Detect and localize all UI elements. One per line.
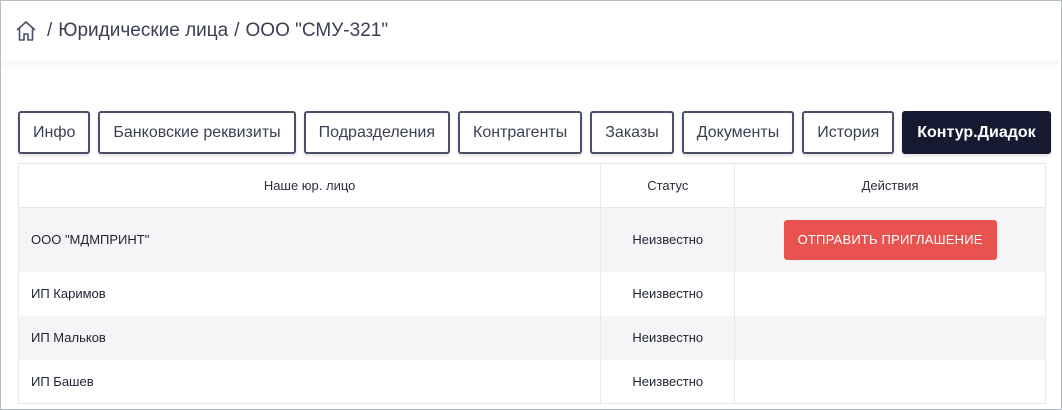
entity-status: Неизвестно bbox=[600, 271, 736, 316]
entity-status: Неизвестно bbox=[600, 315, 736, 360]
table-row: ИП Каримов Неизвестно bbox=[18, 271, 1046, 316]
tab-history[interactable]: История bbox=[802, 111, 895, 154]
tab-departments[interactable]: Подразделения bbox=[303, 111, 451, 154]
tab-kontur-diadoc[interactable]: Контур.Диадок bbox=[902, 111, 1051, 154]
column-header-status: Статус bbox=[600, 163, 736, 208]
tab-orders[interactable]: Заказы bbox=[590, 111, 674, 154]
entity-status: Неизвестно bbox=[600, 359, 736, 404]
actions-cell bbox=[735, 272, 1046, 316]
home-icon[interactable] bbox=[15, 20, 37, 42]
table-row: ИП Мальков Неизвестно bbox=[18, 315, 1046, 360]
entity-name: ИП Мальков bbox=[18, 315, 602, 360]
actions-cell: ОТПРАВИТЬ ПРИГЛАШЕНИЕ bbox=[734, 207, 1046, 272]
tab-counterparties[interactable]: Контрагенты bbox=[458, 111, 583, 154]
tab-documents[interactable]: Документы bbox=[681, 111, 795, 154]
tab-bank-details[interactable]: Банковские реквизиты bbox=[98, 111, 296, 154]
send-invitation-button[interactable]: ОТПРАВИТЬ ПРИГЛАШЕНИЕ bbox=[783, 219, 997, 260]
breadcrumb-separator: / bbox=[47, 20, 53, 41]
breadcrumb: / Юридические лица / ООО "СМУ-321" bbox=[1, 1, 1061, 61]
table-row: ИП Башев Неизвестно bbox=[18, 359, 1046, 404]
tab-bar: Инфо Банковские реквизиты Подразделения … bbox=[18, 111, 1051, 154]
breadcrumb-legal-entities[interactable]: Юридические лица bbox=[58, 20, 228, 42]
column-header-actions: Действия bbox=[734, 163, 1046, 208]
table-row: ООО "МДМПРИНТ" Неизвестно ОТПРАВИТЬ ПРИГ… bbox=[18, 207, 1046, 272]
diadoc-table: Наше юр. лицо Статус Действия ООО "МДМПР… bbox=[18, 163, 1046, 404]
breadcrumb-current-entity: ООО "СМУ-321" bbox=[245, 20, 389, 41]
column-header-our-entity: Наше юр. лицо bbox=[18, 163, 602, 208]
entity-status: Неизвестно bbox=[600, 207, 736, 272]
actions-cell bbox=[735, 360, 1046, 404]
entity-name: ИП Каримов bbox=[18, 271, 602, 316]
actions-cell bbox=[734, 315, 1046, 360]
entity-name: ИП Башев bbox=[18, 359, 602, 404]
tab-info[interactable]: Инфо bbox=[18, 111, 91, 154]
entity-name: ООО "МДМПРИНТ" bbox=[18, 207, 602, 272]
breadcrumb-separator: / bbox=[234, 20, 240, 41]
page-frame: / Юридические лица / ООО "СМУ-321" Инфо … bbox=[0, 0, 1062, 410]
